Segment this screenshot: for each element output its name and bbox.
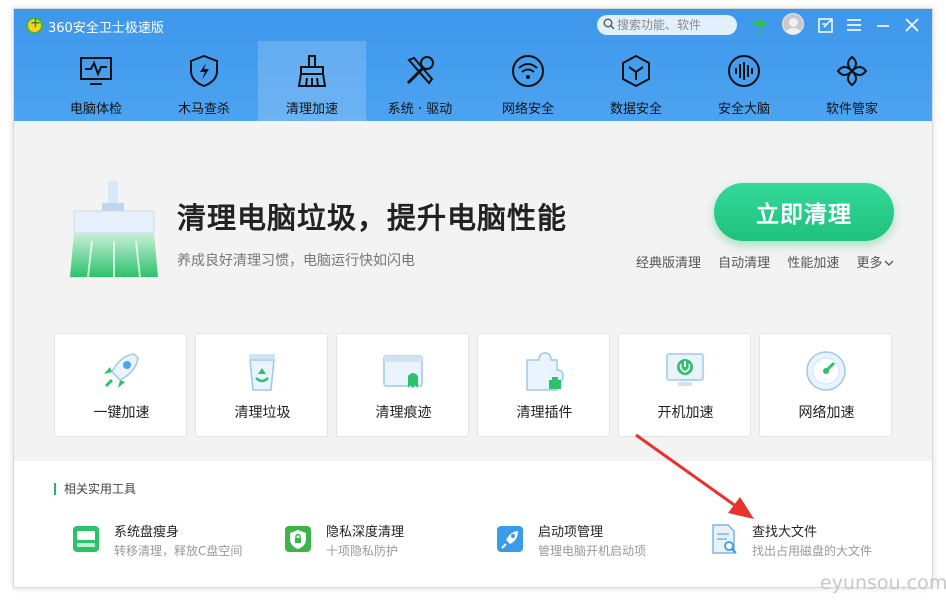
card-boot-speedup[interactable]: 开机加速 <box>618 333 751 437</box>
nav-label: 清理加速 <box>285 102 338 117</box>
nav-label: 系统 · 驱动 <box>387 102 453 117</box>
header: 360安全卫士极速版 <box>14 9 932 121</box>
classic-clean-link[interactable]: 经典版清理 <box>636 256 701 271</box>
auto-clean-link[interactable]: 自动清理 <box>718 256 770 271</box>
close-icon[interactable] <box>902 15 922 35</box>
power-monitor-icon <box>666 353 704 386</box>
card-clean-plugins[interactable]: 清理插件 <box>477 333 610 437</box>
app-title: 360安全卫士极速版 <box>48 21 164 36</box>
nav-label: 安全大脑 <box>717 102 770 117</box>
menu-icon[interactable] <box>844 15 864 35</box>
brain-wave-icon <box>728 55 760 87</box>
nav-tab-trojan-scan[interactable]: 木马查杀 <box>150 41 258 121</box>
tool-name: 系统盘瘦身 <box>114 525 180 540</box>
annotation-arrow <box>635 433 754 519</box>
wrench-screwdriver-icon <box>406 56 434 85</box>
watermark: eyunsou.com <box>820 572 946 594</box>
wifi-icon <box>512 55 544 87</box>
umbrella-icon[interactable] <box>750 15 770 35</box>
card-clean-junk[interactable]: 清理垃圾 <box>195 333 328 437</box>
nav-label: 数据安全 <box>609 102 662 117</box>
minimize-icon[interactable] <box>873 15 893 35</box>
more-label: 更多 <box>856 256 883 271</box>
avatar[interactable] <box>782 13 804 35</box>
tool-desc: 转移清理，释放C盘空间 <box>114 544 243 558</box>
search-input[interactable] <box>617 17 733 33</box>
disk-icon <box>73 526 99 552</box>
nav-tab-data-security[interactable]: 数据安全 <box>582 41 690 121</box>
app-logo-icon <box>26 16 43 34</box>
privacy-lock-icon <box>285 526 311 552</box>
card-label: 网络加速 <box>798 405 855 421</box>
card-clean-traces[interactable]: 清理痕迹 <box>336 333 469 437</box>
title-bar: 360安全卫士极速版 <box>14 9 932 41</box>
related-tools-panel: 相关实用工具 系统盘瘦身 转移清理，释放C盘空间 隐私深度清理 十项隐私防护 启… <box>14 461 932 587</box>
related-tools-title: 相关实用工具 <box>54 483 136 495</box>
tool-name: 隐私深度清理 <box>326 525 405 540</box>
nav-tab-software-manager[interactable]: 软件管家 <box>798 41 906 121</box>
search-box[interactable] <box>597 15 737 35</box>
card-label: 一键加速 <box>93 405 150 421</box>
search-icon <box>603 18 615 30</box>
apps-flower-icon <box>836 55 868 87</box>
hero-subtitle: 养成良好清理习惯，电脑运行快如闪电 <box>177 253 415 269</box>
more-link[interactable]: 更多 <box>856 256 894 271</box>
broom-illustration-icon <box>70 181 158 277</box>
nav-label: 电脑体检 <box>69 102 122 117</box>
speedometer-icon <box>806 351 846 391</box>
nav-tab-network-security[interactable]: 网络安全 <box>474 41 582 121</box>
monitor-pulse-icon <box>80 57 112 85</box>
nav-tab-cleanup[interactable]: 清理加速 <box>258 41 366 121</box>
feedback-icon[interactable] <box>816 15 836 35</box>
nav-label: 软件管家 <box>825 102 878 117</box>
card-one-click-speedup[interactable]: 一键加速 <box>54 333 187 437</box>
tool-name: 启动项管理 <box>538 525 604 540</box>
nav-label: 木马查杀 <box>177 102 230 117</box>
chevron-down-icon <box>885 260 894 266</box>
recycle-bin-icon <box>249 354 275 391</box>
card-label: 开机加速 <box>657 405 714 421</box>
startup-rocket-icon <box>497 526 523 552</box>
hero-links: 经典版清理 自动清理 性能加速 更多 <box>636 252 907 271</box>
performance-boost-link[interactable]: 性能加速 <box>787 256 839 271</box>
card-network-speedup[interactable]: 网络加速 <box>759 333 892 437</box>
clean-now-button[interactable]: 立即清理 <box>714 183 894 241</box>
tool-desc: 找出占用磁盘的大文件 <box>752 544 873 558</box>
card-label: 清理痕迹 <box>375 405 432 421</box>
card-label: 清理垃圾 <box>234 405 291 421</box>
nav-tab-security-brain[interactable]: 安全大脑 <box>690 41 798 121</box>
browser-ghost-icon <box>383 355 423 388</box>
card-label: 清理插件 <box>516 405 573 421</box>
nav-tab-system-driver[interactable]: 系统 · 驱动 <box>366 41 474 121</box>
app-window: 360安全卫士极速版 <box>13 8 933 588</box>
rocket-icon <box>104 353 139 388</box>
broom-icon <box>297 55 327 87</box>
nav-tab-pc-checkup[interactable]: 电脑体检 <box>42 41 150 121</box>
puzzle-icon <box>526 352 564 391</box>
shield-bolt-icon <box>190 54 218 88</box>
cube-icon <box>622 54 650 88</box>
tool-desc: 十项隐私防护 <box>326 544 399 558</box>
nav-label: 网络安全 <box>501 102 554 117</box>
tool-desc: 管理电脑开机启动项 <box>538 544 647 558</box>
hero-title: 清理电脑垃圾，提升电脑性能 <box>177 201 568 235</box>
